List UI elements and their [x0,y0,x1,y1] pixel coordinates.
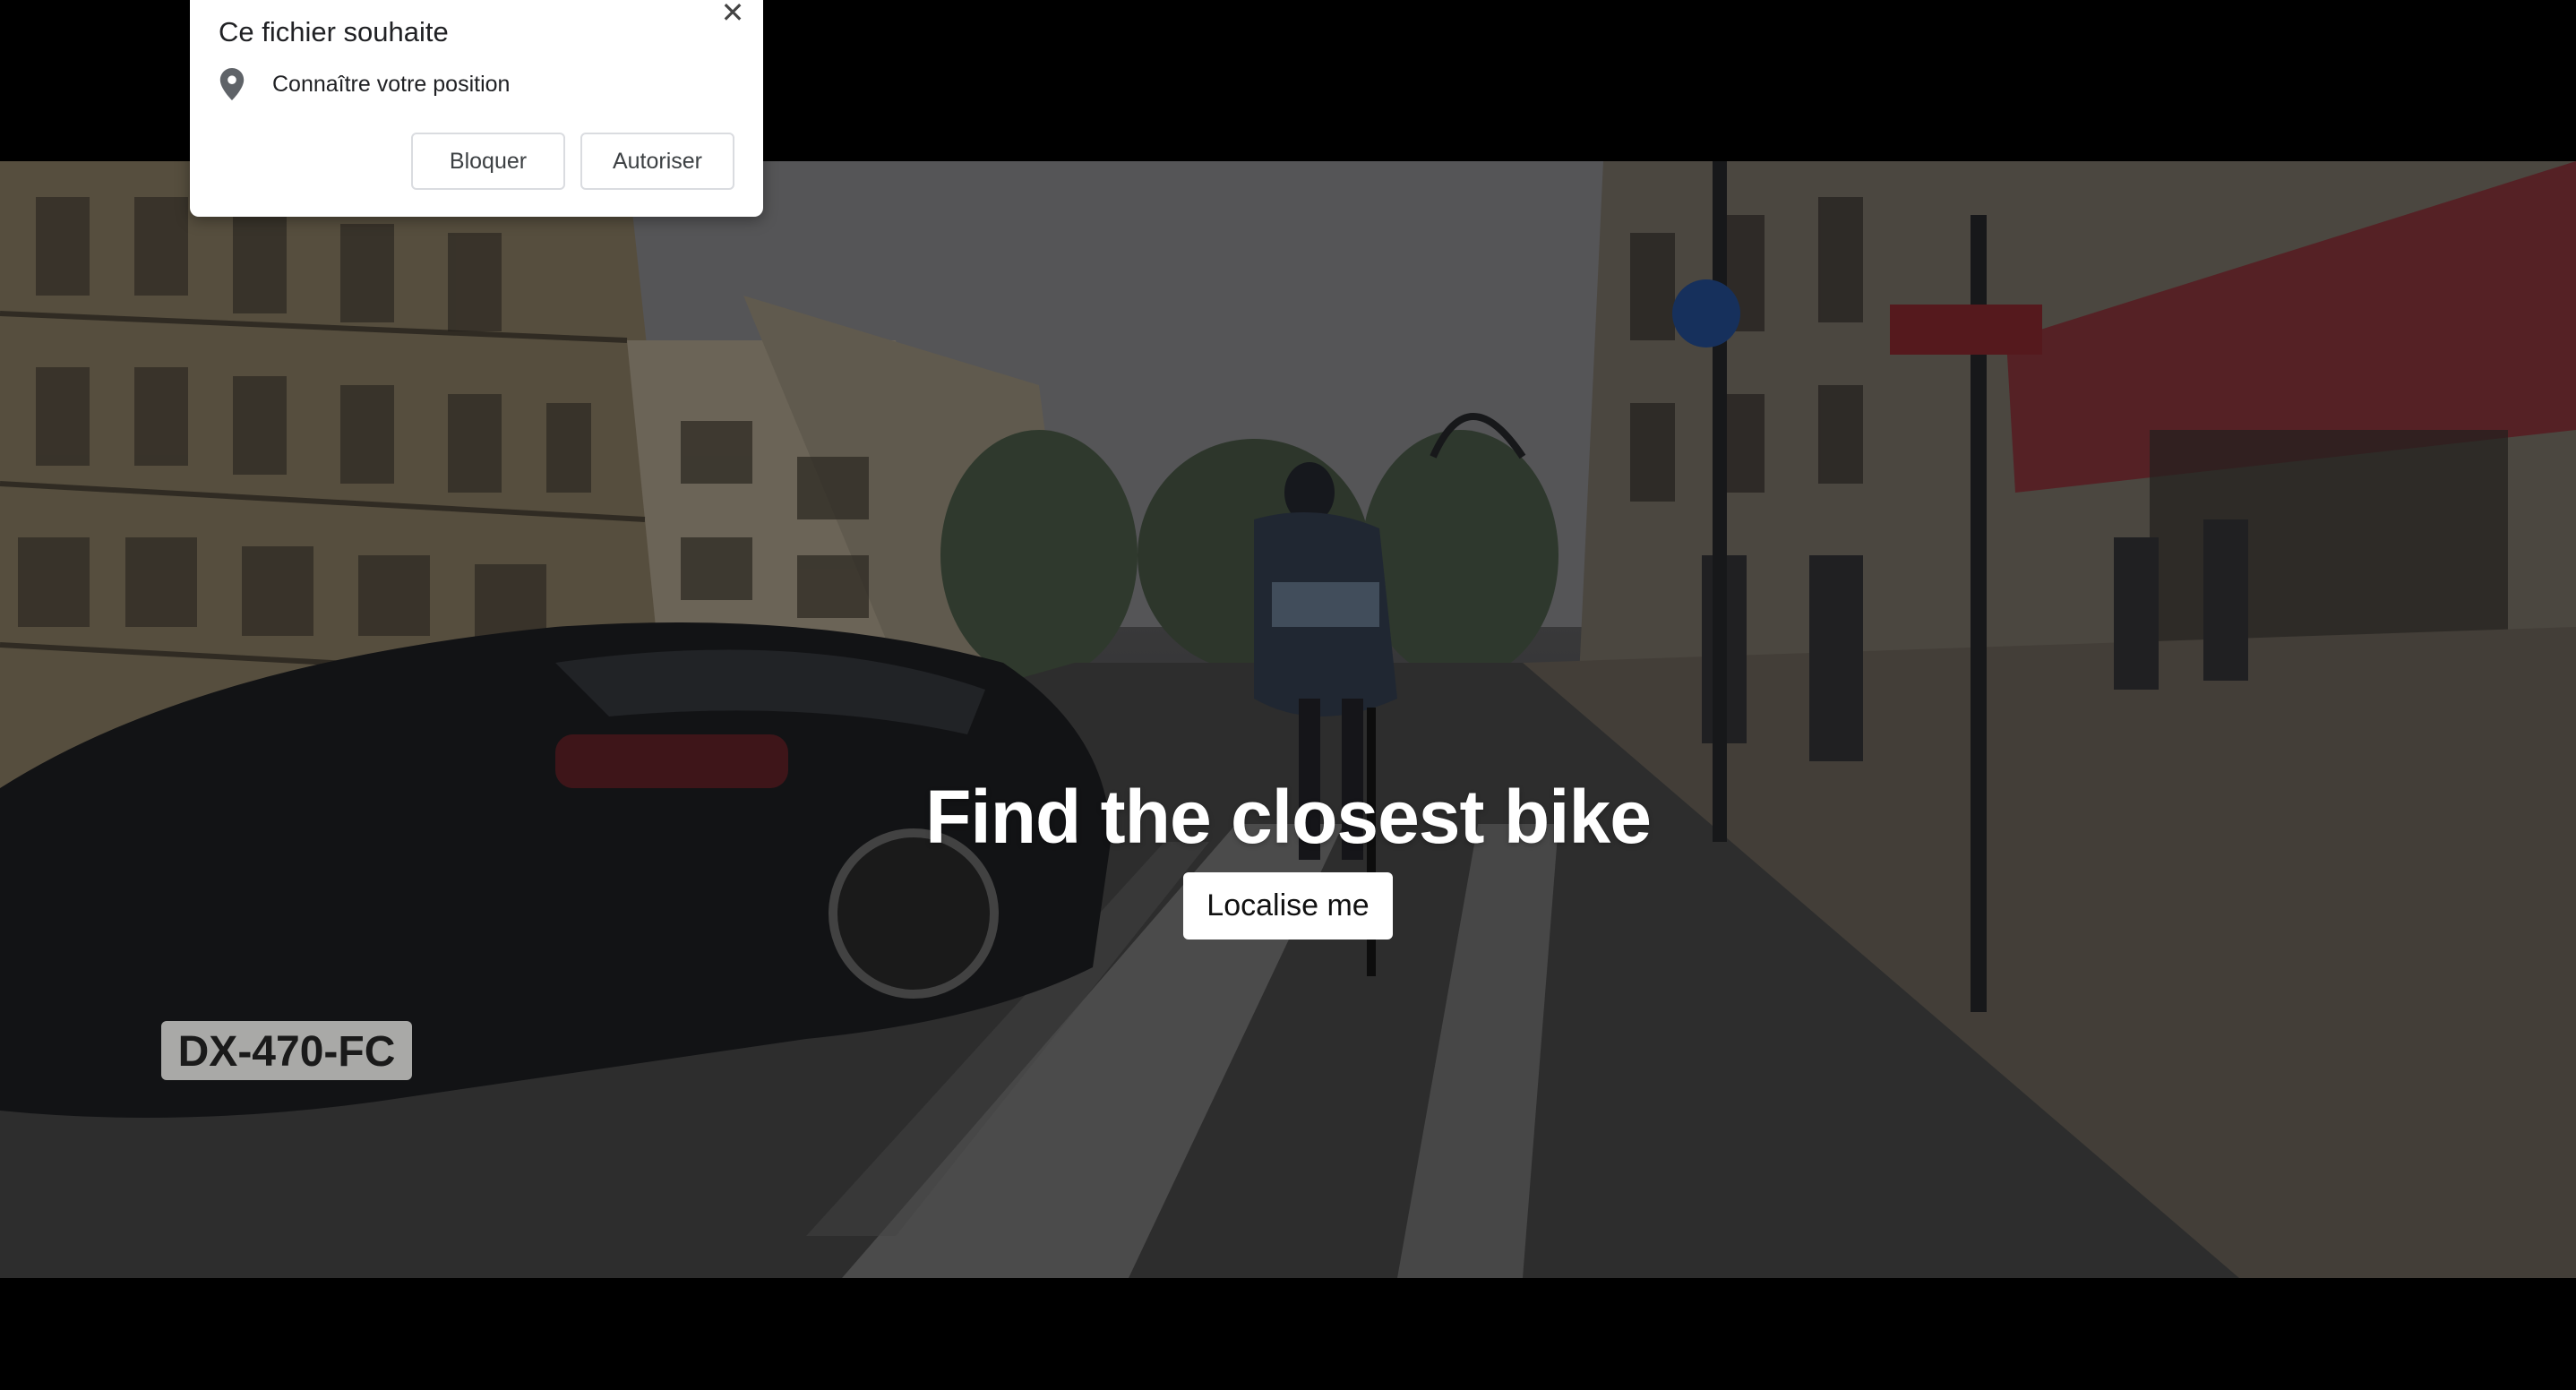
prompt-title: Ce fichier souhaite [219,16,449,47]
permission-label: Connaître votre position [272,71,511,97]
background-video: DX-470-FC Find the closest bike Localise… [0,161,2576,1278]
video-dim-overlay [0,161,2576,1278]
close-icon[interactable]: ✕ [718,0,747,29]
page: DX-470-FC Find the closest bike Localise… [0,0,2576,1390]
allow-button[interactable]: Autoriser [580,133,734,190]
hero: Find the closest bike Localise me [0,779,2576,940]
location-permission-prompt: Ce fichier souhaite ✕ Connaître votre po… [190,0,763,217]
location-pin-icon [219,68,245,100]
permission-row: Connaître votre position [219,68,510,100]
hero-title: Find the closest bike [925,775,1652,859]
localise-me-button[interactable]: Localise me [1183,872,1393,940]
block-button[interactable]: Bloquer [411,133,565,190]
